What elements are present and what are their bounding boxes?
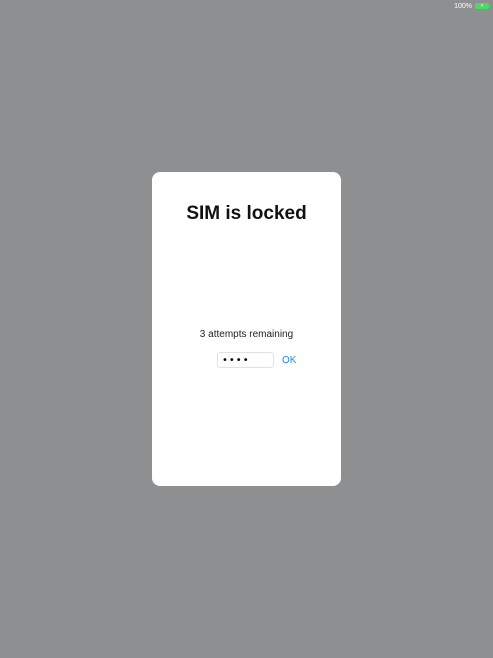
status-bar: 100% ⚡ <box>454 0 493 12</box>
battery-percentage: 100% <box>454 2 472 10</box>
sim-lock-dialog: SIM is locked 3 attempts remaining OK <box>152 172 341 486</box>
battery-charging-icon: ⚡ <box>475 3 491 9</box>
sim-pin-input[interactable] <box>217 352 274 368</box>
dialog-title: SIM is locked <box>186 203 307 224</box>
attempts-remaining-text: 3 attempts remaining <box>199 329 294 340</box>
pin-entry-row: OK <box>217 352 298 368</box>
charging-bolt-icon: ⚡ <box>480 3 484 9</box>
ok-button[interactable]: OK <box>280 355 298 366</box>
